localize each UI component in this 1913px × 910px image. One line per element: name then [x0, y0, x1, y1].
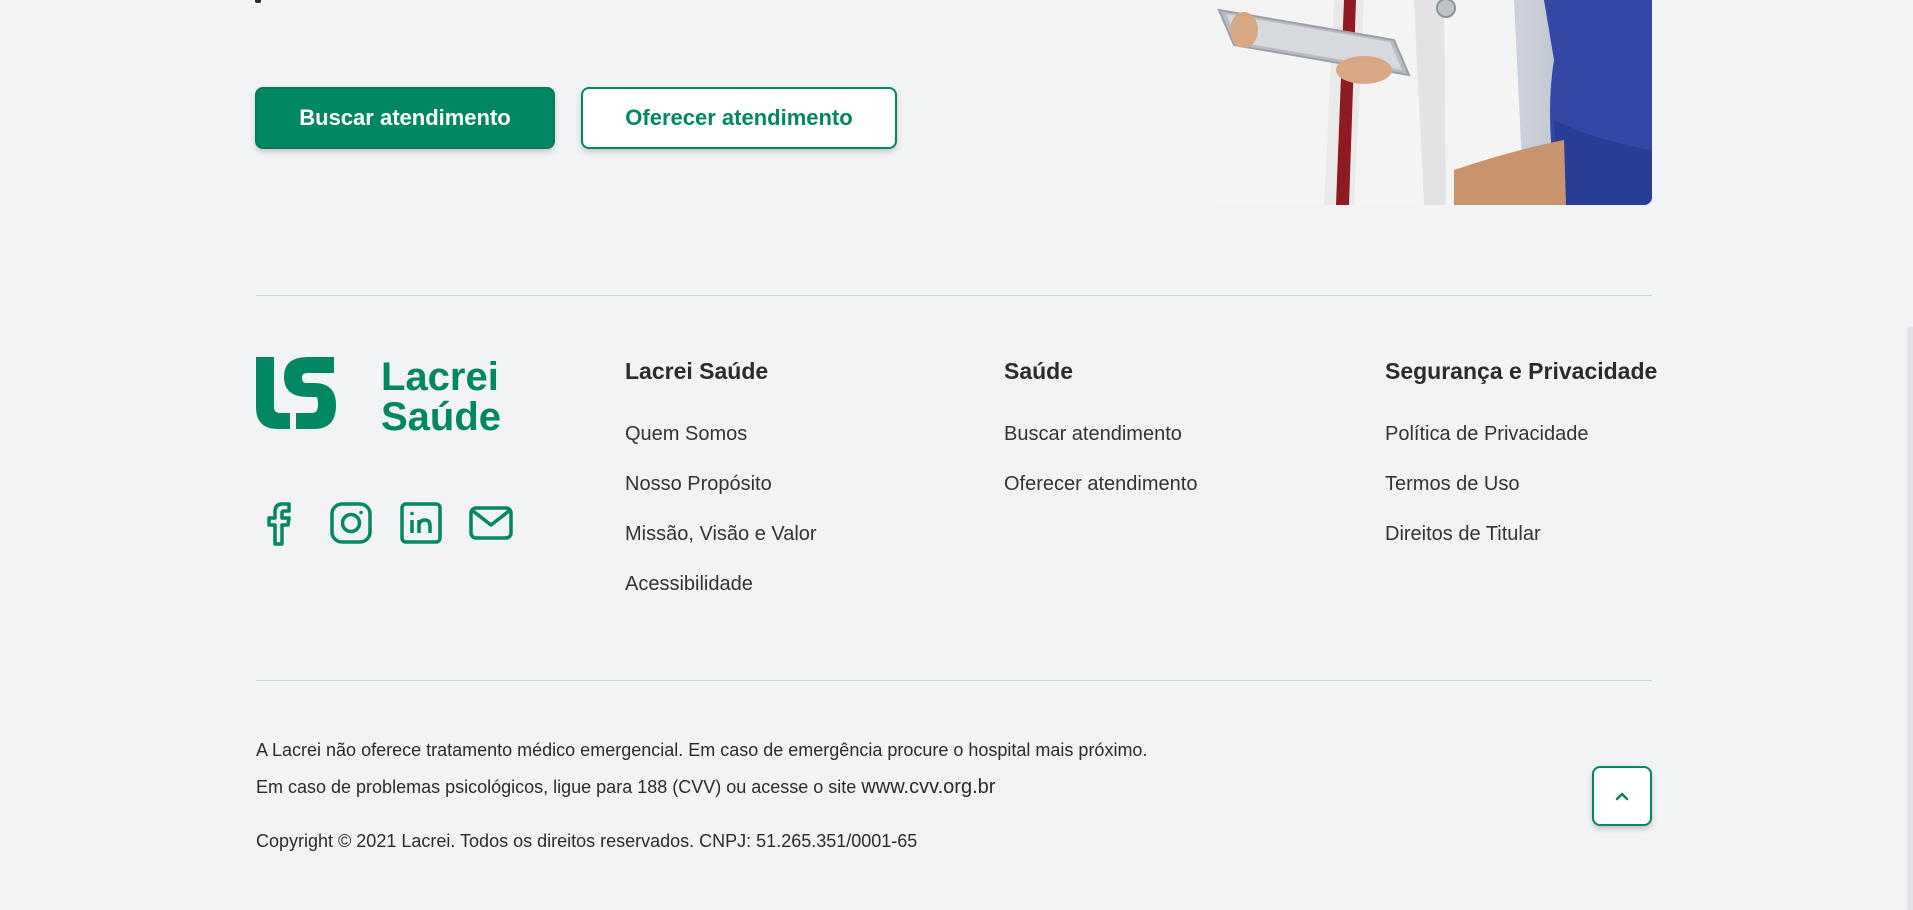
cvv-site-link[interactable]: www.cvv.org.br [861, 776, 995, 798]
svg-text:Saúde: Saúde [381, 395, 501, 431]
hero-photo [1214, 0, 1652, 205]
link-nosso-proposito[interactable]: Nosso Propósito [625, 473, 772, 496]
column-title-saude: Saúde [1004, 358, 1074, 384]
link-politica-privacidade[interactable]: Política de Privacidade [1385, 423, 1588, 446]
emergency-disclaimer: A Lacrei não oferece tratamento médico e… [256, 740, 1148, 760]
offer-care-button[interactable]: Oferecer atendimento [581, 87, 897, 149]
footer-top-divider [256, 295, 1652, 296]
lacrei-saude-logo[interactable]: Lacrei Saúde [256, 355, 518, 439]
chevron-up-icon [1615, 792, 1629, 801]
page-scrollbar[interactable] [1907, 327, 1913, 910]
link-acessibilidade[interactable]: Acessibilidade [625, 573, 753, 596]
column-title-seguranca-privacidade: Segurança e Privacidade [1385, 358, 1658, 384]
facebook-icon[interactable] [259, 500, 305, 546]
link-oferecer-atendimento[interactable]: Oferecer atendimento [1004, 473, 1197, 496]
psychological-help-text: Em caso de problemas psicológicos, ligue… [256, 776, 995, 799]
clipped-paragraph-fragment [255, 0, 261, 3]
copyright-text: Copyright © 2021 Lacrei. Todos os direit… [256, 831, 918, 851]
linkedin-icon[interactable] [398, 500, 444, 546]
search-care-button[interactable]: Buscar atendimento [255, 87, 555, 149]
link-buscar-atendimento[interactable]: Buscar atendimento [1004, 423, 1182, 446]
back-to-top-button[interactable] [1592, 766, 1652, 826]
footer-bottom-divider [256, 680, 1652, 681]
psychological-help-prefix: Em caso de problemas psicológicos, ligue… [256, 777, 857, 797]
link-quem-somos[interactable]: Quem Somos [625, 423, 747, 446]
link-missao-visao-valor[interactable]: Missão, Visão e Valor [625, 523, 817, 546]
svg-text:Lacrei: Lacrei [381, 355, 499, 399]
instagram-icon[interactable] [328, 500, 374, 546]
link-termos-de-uso[interactable]: Termos de Uso [1385, 473, 1520, 496]
link-direitos-de-titular[interactable]: Direitos de Titular [1385, 523, 1541, 546]
mail-icon[interactable] [468, 500, 514, 546]
column-title-lacrei-saude: Lacrei Saúde [625, 358, 769, 384]
